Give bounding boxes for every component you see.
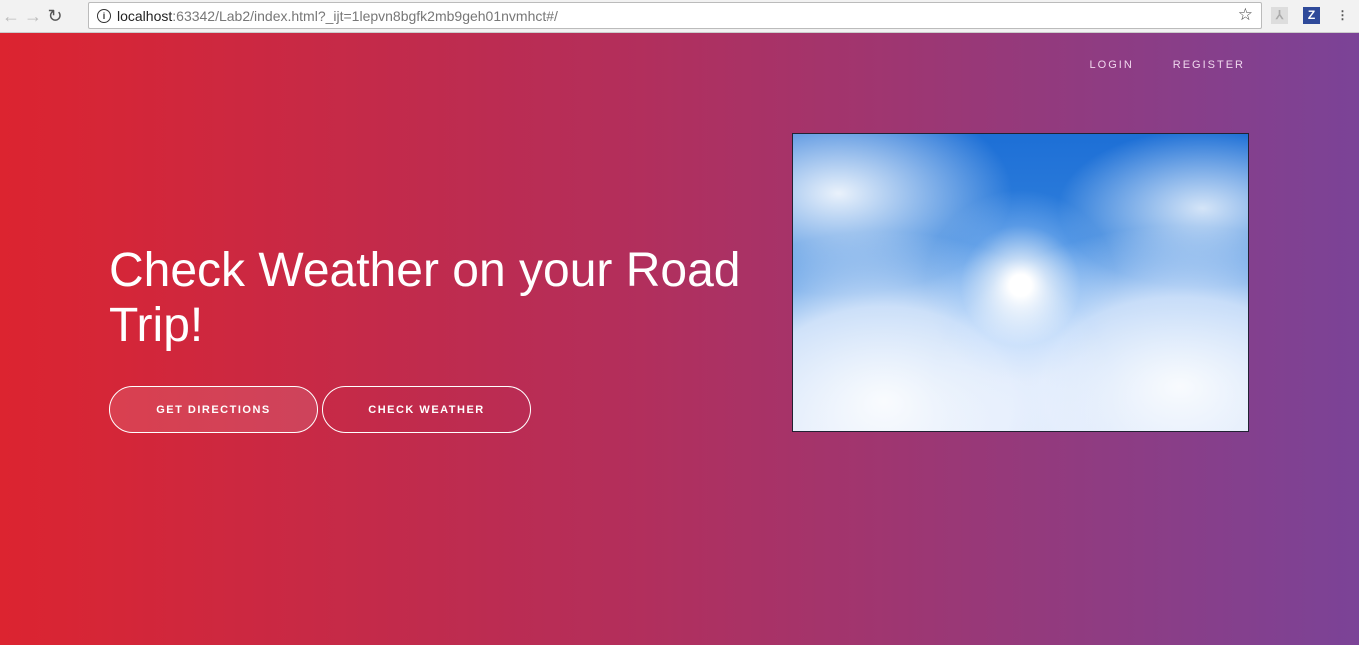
browser-toolbar: ← → ↻ i localhost:63342/Lab2/index.html?… (0, 0, 1359, 33)
address-bar[interactable]: i localhost:63342/Lab2/index.html?_ijt=1… (88, 2, 1262, 29)
pdf-extension-icon[interactable]: ⅄ (1271, 7, 1288, 24)
z-extension-icon[interactable]: Z (1303, 7, 1320, 24)
get-directions-button[interactable]: GET DIRECTIONS (109, 386, 318, 433)
reload-icon[interactable]: ↻ (44, 6, 66, 27)
back-icon[interactable]: ← (0, 6, 22, 27)
url-path: :63342/Lab2/index.html?_ijt=1lepvn8bgfk2… (172, 7, 558, 24)
register-link[interactable]: REGISTER (1173, 59, 1245, 71)
bookmark-star-icon[interactable]: ☆ (1238, 5, 1253, 25)
top-nav: LOGIN REGISTER (1090, 59, 1245, 71)
hero-section: LOGIN REGISTER Check Weather on your Roa… (0, 33, 1359, 645)
forward-icon[interactable]: → (22, 6, 44, 27)
info-icon[interactable]: i (97, 8, 111, 23)
menu-icon[interactable]: ⋮ (1334, 7, 1351, 24)
sky-image (792, 133, 1249, 432)
url-host: localhost (117, 7, 173, 24)
page-title: Check Weather on your Road Trip! (109, 244, 741, 352)
login-link[interactable]: LOGIN (1090, 59, 1134, 71)
check-weather-button[interactable]: CHECK WEATHER (322, 386, 531, 433)
